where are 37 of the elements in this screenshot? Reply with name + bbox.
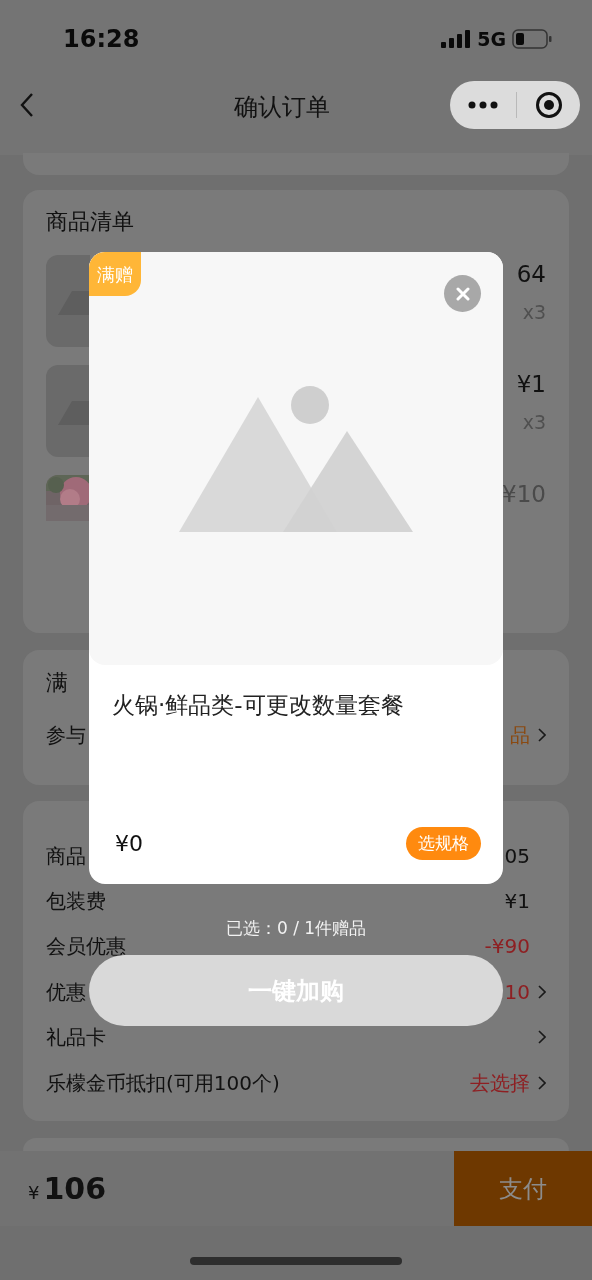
card-title: 满 xyxy=(46,669,69,697)
signal-icon xyxy=(441,30,472,48)
target-icon[interactable] xyxy=(535,91,563,119)
product-price: ¥0 xyxy=(115,830,143,858)
gift-link[interactable]: 品 xyxy=(510,720,530,750)
chevron-right-icon xyxy=(538,728,546,742)
more-icon[interactable] xyxy=(468,101,498,109)
total-amount: 106 xyxy=(43,1170,107,1208)
chevron-right-icon xyxy=(538,1075,546,1090)
page-title: 确认订单 xyxy=(234,92,330,123)
cost-label: 包装费 xyxy=(46,888,106,916)
back-icon xyxy=(20,92,34,118)
cost-label: 礼品卡 xyxy=(46,1024,106,1052)
cost-value: 10 xyxy=(504,978,530,1006)
item-price: 64 xyxy=(516,260,546,289)
network-label: 5G xyxy=(477,26,506,52)
cost-label: 商品 xyxy=(46,842,86,870)
select-spec-button[interactable]: 选规格 xyxy=(406,827,481,860)
gift-badge: 满赠 xyxy=(89,252,141,296)
image-placeholder-icon xyxy=(179,385,413,532)
card-title: 商品清单 xyxy=(46,208,135,236)
cost-value: ¥1 xyxy=(504,888,530,916)
cost-label: 乐檬金币抵扣(可用100个) xyxy=(46,1069,280,1097)
cost-value: 去选择 xyxy=(470,1069,530,1097)
pay-button[interactable]: 支付 xyxy=(454,1151,592,1226)
currency-symbol: ¥ xyxy=(28,1181,40,1205)
status-time: 16:28 xyxy=(63,24,140,55)
selection-count: 已选：0 / 1件赠品 xyxy=(225,917,367,940)
chevron-right-icon xyxy=(538,1030,546,1045)
cost-value: 05 xyxy=(504,842,530,870)
cost-label: 优惠 xyxy=(46,978,86,1006)
chevron-right-icon xyxy=(538,984,546,999)
battery-icon xyxy=(512,29,552,49)
close-icon xyxy=(455,286,470,301)
row-label: 参与 xyxy=(46,722,86,749)
item-price: ¥1 xyxy=(516,370,546,399)
product-title: 火锅·鲜品类-可更改数量套餐 xyxy=(111,691,405,720)
